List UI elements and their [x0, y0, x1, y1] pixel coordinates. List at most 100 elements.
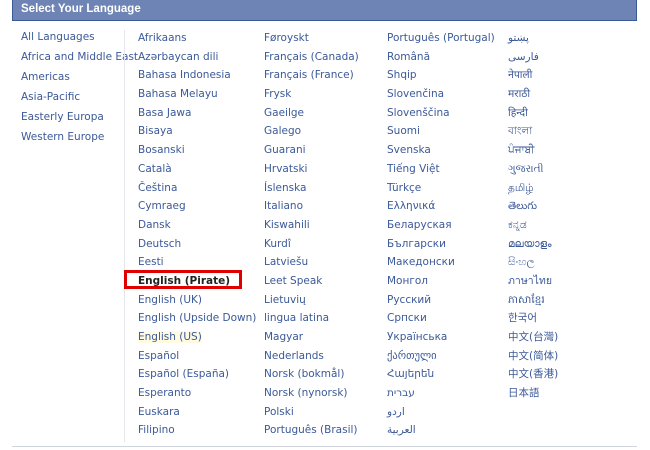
language-column-3: Português (Portugal) Română Shqip Slovenčin…: [387, 32, 495, 443]
region-list: All Languages Africa and Middle East Ameri…: [21, 30, 138, 150]
language-item[interactable]: Kurdî: [264, 238, 359, 257]
language-item[interactable]: Eesti: [138, 256, 256, 275]
language-item[interactable]: Español (España): [138, 368, 256, 387]
language-item[interactable]: Беларуская: [387, 219, 495, 238]
language-item[interactable]: اردو: [387, 406, 495, 425]
language-item[interactable]: ਪੰਜਾਬੀ: [508, 144, 558, 163]
language-item[interactable]: Euskara: [138, 406, 256, 425]
language-item[interactable]: العربية: [387, 424, 495, 443]
language-item[interactable]: Íslenska: [264, 182, 359, 201]
language-item[interactable]: ქართული: [387, 350, 495, 369]
language-item[interactable]: Bisaya: [138, 125, 256, 144]
language-item[interactable]: Filipino: [138, 424, 256, 443]
language-item[interactable]: සිංහල: [508, 256, 558, 275]
dialog-header: Select Your Language: [12, 0, 637, 21]
language-item[interactable]: 中文(香港): [508, 368, 558, 387]
language-item[interactable]: Монгол: [387, 275, 495, 294]
language-item[interactable]: Magyar: [264, 331, 359, 350]
region-western-europe[interactable]: Western Europe: [21, 130, 133, 150]
language-item[interactable]: Português (Brasil): [264, 424, 359, 443]
dialog-title: Select Your Language: [21, 3, 141, 15]
language-item[interactable]: Frysk: [264, 88, 359, 107]
language-item[interactable]: עברית: [387, 387, 495, 406]
language-item[interactable]: lingua latina: [264, 312, 359, 331]
language-item[interactable]: ភាសាខ្មែរ: [508, 294, 558, 313]
language-item[interactable]: Afrikaans: [138, 32, 256, 51]
language-item[interactable]: Norsk (nynorsk): [264, 387, 359, 406]
language-item[interactable]: Română: [387, 51, 495, 70]
language-item[interactable]: Español: [138, 350, 256, 369]
language-item[interactable]: मराठी: [508, 88, 558, 107]
language-column-1: Afrikaans Azərbaycan dili Bahasa Indonesia…: [138, 32, 256, 443]
language-item[interactable]: 中文(简体): [508, 350, 558, 369]
language-item[interactable]: Hrvatski: [264, 163, 359, 182]
language-item[interactable]: Italiano: [264, 200, 359, 219]
language-item[interactable]: Polski: [264, 406, 359, 425]
language-item[interactable]: Dansk: [138, 219, 256, 238]
region-americas[interactable]: Americas: [21, 70, 133, 90]
column-divider: [124, 30, 125, 442]
language-item[interactable]: Norsk (bokmål): [264, 368, 359, 387]
language-item[interactable]: English (US): [138, 331, 256, 350]
language-item[interactable]: Ελληνικά: [387, 200, 495, 219]
language-item[interactable]: Русский: [387, 294, 495, 313]
language-item[interactable]: తెలుగు: [508, 200, 558, 219]
language-item[interactable]: Bahasa Indonesia: [138, 69, 256, 88]
language-item[interactable]: Deutsch: [138, 238, 256, 257]
language-item[interactable]: English (Upside Down): [138, 312, 256, 331]
language-column-2: Føroyskt Français (Canada) Français (Franc…: [264, 32, 359, 443]
language-item[interactable]: Tiếng Việt: [387, 163, 495, 182]
language-item[interactable]: ಕನ್ನಡ: [508, 219, 558, 238]
language-item[interactable]: 日本語: [508, 387, 558, 406]
language-item[interactable]: English (Pirate): [138, 275, 256, 294]
language-item[interactable]: മലയാളം: [508, 238, 558, 257]
language-item[interactable]: Suomi: [387, 125, 495, 144]
language-item[interactable]: Bosanski: [138, 144, 256, 163]
language-item[interactable]: Português (Portugal): [387, 32, 495, 51]
language-item[interactable]: Cymraeg: [138, 200, 256, 219]
language-item[interactable]: Azərbaycan dili: [138, 51, 256, 70]
language-item[interactable]: Lietuvių: [264, 294, 359, 313]
language-item[interactable]: Українська: [387, 331, 495, 350]
language-item[interactable]: Leet Speak: [264, 275, 359, 294]
language-item[interactable]: Français (Canada): [264, 51, 359, 70]
language-item[interactable]: 中文(台灣): [508, 331, 558, 350]
region-asia-pacific[interactable]: Asia-Pacific: [21, 90, 133, 110]
language-item[interactable]: ภาษาไทย: [508, 275, 558, 294]
language-item[interactable]: தமிழ்: [508, 182, 558, 201]
language-item[interactable]: Македонски: [387, 256, 495, 275]
region-all-languages[interactable]: All Languages: [21, 30, 133, 50]
language-item[interactable]: Հայերեն: [387, 368, 495, 387]
language-item[interactable]: Latviešu: [264, 256, 359, 275]
language-item[interactable]: हिन्दी: [508, 107, 558, 126]
language-item[interactable]: Čeština: [138, 182, 256, 201]
language-item[interactable]: Bahasa Melayu: [138, 88, 256, 107]
language-item[interactable]: Slovenščina: [387, 107, 495, 126]
language-item[interactable]: नेपाली: [508, 69, 558, 88]
language-item[interactable]: Български: [387, 238, 495, 257]
language-item[interactable]: پښتو: [508, 32, 558, 51]
language-item[interactable]: বাংলা: [508, 125, 558, 144]
language-item[interactable]: Gaeilge: [264, 107, 359, 126]
language-item[interactable]: Shqip: [387, 69, 495, 88]
language-item[interactable]: Føroyskt: [264, 32, 359, 51]
language-item[interactable]: Türkçe: [387, 182, 495, 201]
language-item[interactable]: 한국어: [508, 312, 558, 331]
language-item[interactable]: ગુજરાતી: [508, 163, 558, 182]
language-item[interactable]: Français (France): [264, 69, 359, 88]
language-item[interactable]: Basa Jawa: [138, 107, 256, 126]
language-item[interactable]: Galego: [264, 125, 359, 144]
language-item[interactable]: Esperanto: [138, 387, 256, 406]
language-item[interactable]: Slovenčina: [387, 88, 495, 107]
language-item[interactable]: Guarani: [264, 144, 359, 163]
language-column-4: پښتو فارسی नेपाली मराठी हिन्दी বাংলা ਪੰਜਾਬੀ ગુજ…: [508, 32, 558, 406]
language-item[interactable]: Српски: [387, 312, 495, 331]
language-item[interactable]: Català: [138, 163, 256, 182]
language-item[interactable]: English (UK): [138, 294, 256, 313]
language-item[interactable]: Kiswahili: [264, 219, 359, 238]
region-africa-and-middle-east[interactable]: Africa and Middle East: [21, 50, 138, 70]
language-item[interactable]: Nederlands: [264, 350, 359, 369]
language-item[interactable]: Svenska: [387, 144, 495, 163]
region-easterly-europa[interactable]: Easterly Europa: [21, 110, 133, 130]
language-item[interactable]: فارسی: [508, 51, 558, 70]
